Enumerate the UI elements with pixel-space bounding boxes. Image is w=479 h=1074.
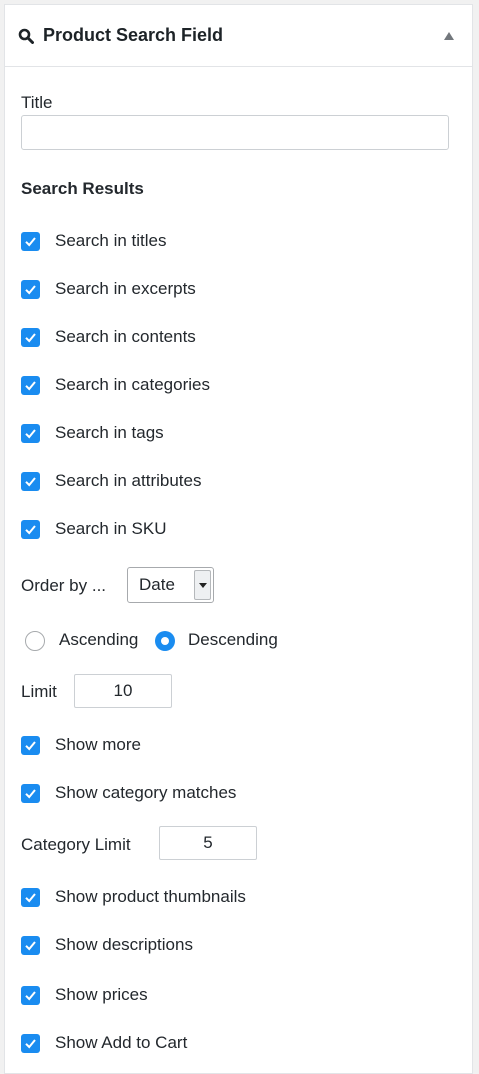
checkbox-show-more[interactable]: Show more bbox=[21, 735, 141, 755]
radio-descending[interactable] bbox=[155, 631, 175, 651]
checkbox-checked-icon[interactable] bbox=[21, 231, 40, 251]
checkbox-show-thumbnails[interactable]: Show product thumbnails bbox=[21, 887, 246, 907]
title-label: Title bbox=[21, 93, 53, 112]
checkbox-label: Search in excerpts bbox=[55, 279, 196, 298]
checkbox-checked-icon[interactable] bbox=[21, 935, 40, 955]
category-limit-label: Category Limit bbox=[21, 835, 131, 854]
product-search-widget: Product Search Field bbox=[4, 4, 473, 1074]
ascending-label: Ascending bbox=[59, 630, 139, 649]
checkbox-search-categories[interactable]: Search in categories bbox=[21, 375, 210, 395]
order-by-label: Order by ... bbox=[21, 576, 107, 595]
checkbox-checked-icon[interactable] bbox=[21, 375, 40, 395]
widget-title: Product Search Field bbox=[43, 25, 224, 45]
checkbox-search-contents[interactable]: Search in contents bbox=[21, 327, 196, 347]
checkbox-checked-icon[interactable] bbox=[21, 423, 40, 443]
checkbox-search-sku[interactable]: Search in SKU bbox=[21, 519, 167, 539]
checkbox-label: Show product thumbnails bbox=[55, 887, 246, 906]
checkbox-search-excerpts[interactable]: Search in excerpts bbox=[21, 279, 196, 299]
checkbox-checked-icon[interactable] bbox=[21, 887, 40, 907]
order-by-select[interactable]: Date bbox=[127, 567, 214, 603]
search-results-heading: Search Results bbox=[21, 179, 144, 198]
search-icon bbox=[18, 28, 34, 44]
radio-ascending[interactable] bbox=[25, 631, 45, 651]
limit-input[interactable]: 10 bbox=[74, 674, 172, 708]
checkbox-checked-icon[interactable] bbox=[21, 471, 40, 491]
select-arrow-icon[interactable] bbox=[194, 570, 211, 600]
category-limit-input[interactable]: 5 bbox=[159, 826, 257, 860]
checkbox-checked-icon[interactable] bbox=[21, 985, 40, 1005]
checkbox-search-titles[interactable]: Search in titles bbox=[21, 231, 167, 251]
checkbox-label: Search in attributes bbox=[55, 471, 202, 490]
checkbox-label: Search in titles bbox=[55, 231, 167, 250]
checkbox-label: Search in contents bbox=[55, 327, 196, 346]
order-by-value: Date bbox=[139, 575, 175, 594]
checkbox-label: Show prices bbox=[55, 985, 148, 1004]
checkbox-show-add-to-cart[interactable]: Show Add to Cart bbox=[21, 1033, 187, 1053]
descending-label: Descending bbox=[188, 630, 278, 649]
checkbox-show-descriptions[interactable]: Show descriptions bbox=[21, 935, 193, 955]
checkbox-checked-icon[interactable] bbox=[21, 279, 40, 299]
checkbox-label: Show descriptions bbox=[55, 935, 193, 954]
collapse-arrow-icon[interactable] bbox=[444, 32, 454, 40]
checkbox-checked-icon[interactable] bbox=[21, 327, 40, 347]
checkbox-label: Show Add to Cart bbox=[55, 1033, 188, 1052]
checkbox-label: Show more bbox=[55, 735, 141, 754]
checkbox-checked-icon[interactable] bbox=[21, 519, 40, 539]
checkbox-label: Show category matches bbox=[55, 783, 237, 802]
checkbox-label: Search in categories bbox=[55, 375, 210, 394]
checkbox-checked-icon[interactable] bbox=[21, 735, 40, 755]
title-input[interactable] bbox=[21, 115, 449, 150]
checkbox-label: Search in SKU bbox=[55, 519, 167, 538]
checkbox-checked-icon[interactable] bbox=[21, 783, 40, 803]
checkbox-search-tags[interactable]: Search in tags bbox=[21, 423, 164, 443]
widget-header[interactable]: Product Search Field bbox=[5, 5, 472, 67]
checkbox-show-prices[interactable]: Show prices bbox=[21, 985, 148, 1005]
limit-label: Limit bbox=[21, 682, 57, 701]
checkbox-label: Search in tags bbox=[55, 423, 164, 442]
checkbox-checked-icon[interactable] bbox=[21, 1033, 40, 1053]
checkbox-search-attributes[interactable]: Search in attributes bbox=[21, 471, 201, 491]
checkbox-show-category-matches[interactable]: Show category matches bbox=[21, 783, 236, 803]
